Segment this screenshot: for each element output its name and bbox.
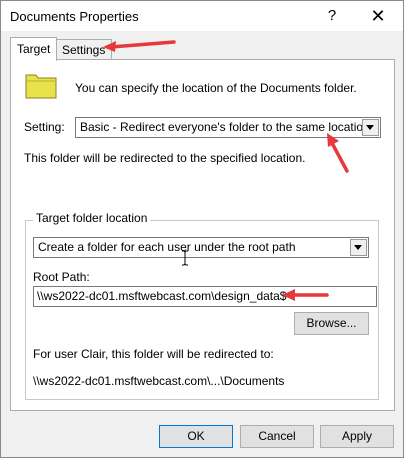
location-option-dropdown[interactable]: Create a folder for each user under the …: [33, 237, 369, 258]
help-button[interactable]: ?: [319, 4, 345, 28]
ibeam-cursor-icon: [182, 250, 188, 266]
target-tab-panel: You can specify the location of the Docu…: [10, 59, 395, 411]
annotation-arrow-icon: [327, 133, 349, 173]
root-path-label: Root Path:: [33, 270, 90, 284]
close-button[interactable]: ✕: [365, 4, 391, 28]
window-title: Documents Properties: [10, 9, 139, 24]
chevron-down-icon[interactable]: [362, 119, 379, 136]
ok-button[interactable]: OK: [159, 425, 233, 448]
chevron-down-icon[interactable]: [350, 239, 367, 256]
browse-button[interactable]: Browse...: [294, 312, 369, 335]
redirect-note: This folder will be redirected to the sp…: [24, 151, 306, 165]
group-title: Target folder location: [33, 211, 151, 225]
annotation-arrow-icon: [103, 40, 176, 52]
user-note: For user Clair, this folder will be redi…: [33, 347, 274, 361]
description-text: You can specify the location of the Docu…: [75, 81, 357, 95]
title-bar: Documents Properties ? ✕: [1, 1, 403, 31]
apply-button[interactable]: Apply: [320, 425, 394, 448]
setting-label: Setting:: [24, 120, 65, 134]
folder-icon: [25, 74, 57, 99]
user-redirect-path: \\ws2022-dc01.msftwebcast.com\...\Docume…: [33, 374, 285, 388]
tab-target[interactable]: Target: [10, 37, 58, 61]
properties-dialog: Documents Properties ? ✕ Target Settings…: [0, 0, 404, 458]
cancel-button[interactable]: Cancel: [240, 425, 314, 448]
location-option-value: Create a folder for each user under the …: [38, 240, 296, 254]
annotation-arrow-icon: [282, 289, 329, 301]
